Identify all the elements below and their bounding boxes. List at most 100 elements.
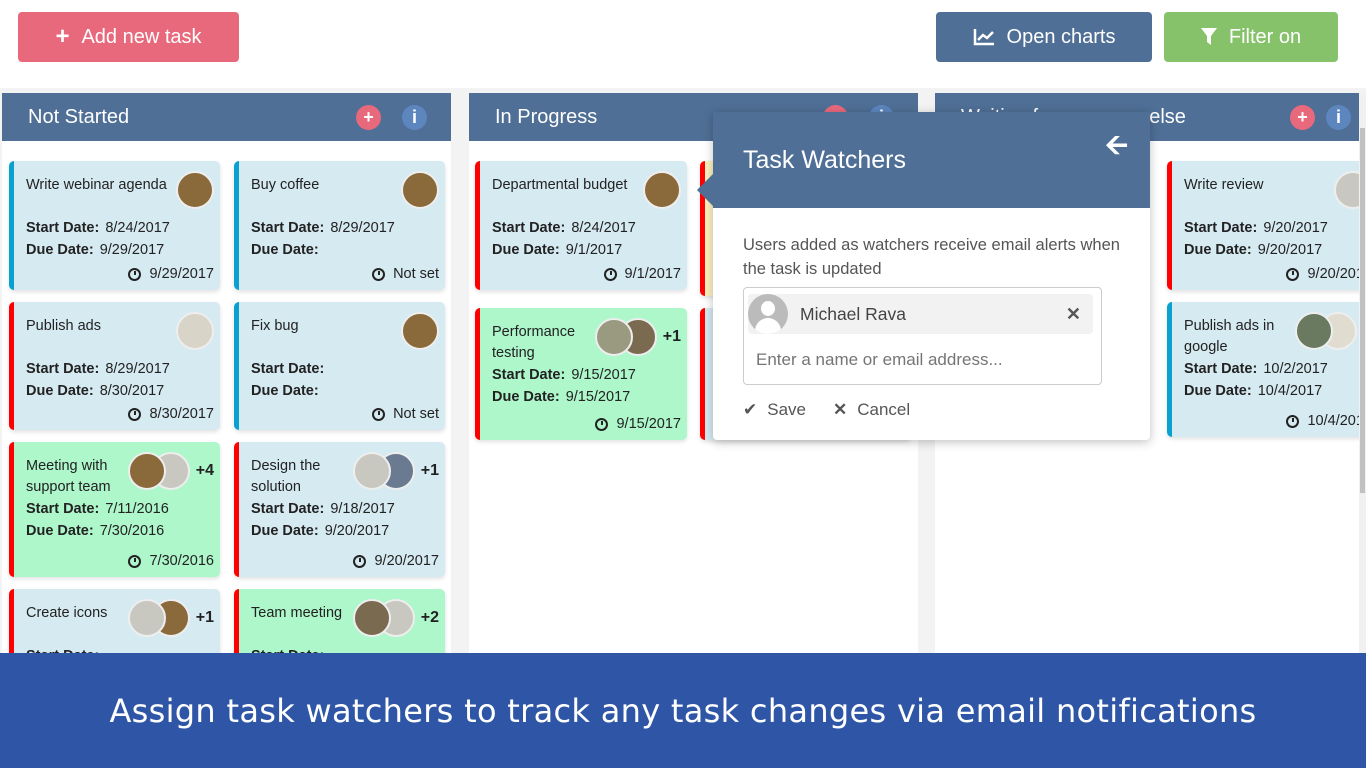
clock-icon xyxy=(372,407,386,421)
start-date: Start Date: 9/20/2017 xyxy=(1184,220,1328,236)
task-title: Team meeting xyxy=(251,605,343,621)
task-card[interactable]: Design the solution +1 Start Date: 9/18/2… xyxy=(234,442,445,577)
task-card[interactable]: Write review Start Date: 9/20/2017 Due Da… xyxy=(1167,161,1359,290)
task-card[interactable]: Departmental budget Start Date: 8/24/2017… xyxy=(475,161,687,290)
start-date: Start Date: 8/29/2017 xyxy=(26,361,170,377)
add-card-button[interactable]: + xyxy=(1290,105,1315,130)
task-title: Meeting with support team xyxy=(26,458,111,495)
extra-assignees-count: +2 xyxy=(420,609,439,626)
task-card[interactable]: Performance testing +1 Start Date: 9/15/2… xyxy=(475,308,687,440)
scrollbar[interactable] xyxy=(1359,93,1366,653)
assignee-avatar[interactable] xyxy=(594,318,633,356)
assignee-avatar[interactable] xyxy=(352,599,391,637)
back-arrow-icon[interactable]: 🡨 xyxy=(1105,124,1128,172)
watcher-name: Michael Rava xyxy=(800,303,907,324)
x-icon: ✕ xyxy=(833,400,848,419)
clock-icon xyxy=(372,267,386,281)
column-title: In Progress xyxy=(495,105,598,128)
deadline: 9/20/2017 xyxy=(353,553,439,569)
task-title: Departmental budget xyxy=(492,177,628,193)
clock-icon xyxy=(353,554,367,568)
task-title: Create icons xyxy=(26,605,108,621)
assignee-avatar[interactable] xyxy=(401,171,439,209)
task-title: Write webinar agenda xyxy=(26,177,167,193)
due-date: Due Date: 9/29/2017 xyxy=(26,242,165,258)
deadline: 9/15/2017 xyxy=(595,416,681,432)
start-date: Start Date: xyxy=(251,361,325,377)
info-button[interactable]: i xyxy=(402,105,427,130)
popup-description: Users added as watchers receive email al… xyxy=(743,236,1120,278)
due-date: Due Date: xyxy=(251,383,319,399)
due-date: Due Date: 9/20/2017 xyxy=(251,523,390,539)
task-card[interactable]: Create icons +1 Start Date: Due Date: xyxy=(9,589,220,653)
add-card-button[interactable]: + xyxy=(356,105,381,130)
assignee-avatar[interactable] xyxy=(127,599,166,637)
save-button[interactable]: ✔ Save xyxy=(743,400,806,420)
check-icon: ✔ xyxy=(743,400,758,419)
add-new-task-button[interactable]: + Add new task xyxy=(18,12,239,62)
task-title: Buy coffee xyxy=(251,177,320,193)
assignees: +4 xyxy=(127,452,214,490)
task-title: Design the solution xyxy=(251,458,321,495)
due-date: Due Date: 9/1/2017 xyxy=(492,242,623,258)
extra-assignees-count: +4 xyxy=(195,462,214,479)
deadline: 9/1/2017 xyxy=(603,266,681,282)
assignees: +1 xyxy=(352,452,439,490)
info-button[interactable]: i xyxy=(1326,105,1351,130)
clock-icon xyxy=(595,417,609,431)
due-date: Due Date: 9/15/2017 xyxy=(492,389,631,405)
watcher-chip: Michael Rava ✕ xyxy=(748,294,1093,334)
due-date: Due Date: 9/20/2017 xyxy=(1184,242,1323,258)
due-date: Due Date: 7/30/2016 xyxy=(26,523,165,539)
start-date: Start Date: 8/24/2017 xyxy=(492,220,636,236)
assignees xyxy=(176,171,214,209)
assignees xyxy=(1334,171,1359,209)
task-card[interactable]: Meeting with support team +4 Start Date:… xyxy=(9,442,220,577)
task-card[interactable]: Buy coffee Start Date: 8/29/2017 Due Date… xyxy=(234,161,445,290)
filter-icon xyxy=(1200,28,1217,45)
assignee-avatar[interactable] xyxy=(176,171,214,209)
task-card[interactable]: Write webinar agenda Start Date: 8/24/201… xyxy=(9,161,220,290)
assignee-avatar[interactable] xyxy=(401,312,439,350)
remove-watcher-icon[interactable]: ✕ xyxy=(1066,304,1081,325)
cancel-button[interactable]: ✕ Cancel xyxy=(833,400,910,420)
assignee-avatar[interactable] xyxy=(1334,171,1359,209)
filter-button[interactable]: Filter on xyxy=(1164,12,1338,62)
task-card[interactable]: Publish ads Start Date: 8/29/2017 Due Dat… xyxy=(9,302,220,430)
assignee-avatar[interactable] xyxy=(1294,312,1333,350)
due-date: Due Date: xyxy=(251,242,319,258)
watcher-search-input[interactable] xyxy=(756,350,1086,370)
start-date: Start Date: xyxy=(251,646,445,653)
start-date: Start Date: 10/2/2017 xyxy=(1184,361,1328,377)
chart-line-icon xyxy=(973,29,994,46)
task-card[interactable]: Publish ads in google + Start Date:10/2/… xyxy=(1167,302,1359,437)
assignee-avatar[interactable] xyxy=(176,312,214,350)
deadline: 10/4/2017 xyxy=(1286,413,1359,429)
task-title: Write review xyxy=(1184,177,1264,193)
assignee-avatar[interactable] xyxy=(127,452,166,490)
clock-icon xyxy=(128,267,142,281)
clock-icon xyxy=(603,267,617,281)
assignee-avatar[interactable] xyxy=(352,452,391,490)
task-card[interactable]: Fix bug Start Date: Due Date: Not set xyxy=(234,302,445,430)
extra-assignees-count: +1 xyxy=(420,462,439,479)
assignees: +2 xyxy=(352,599,439,637)
watchers-field[interactable]: Michael Rava ✕ xyxy=(743,287,1102,385)
deadline: 8/30/2017 xyxy=(128,406,214,422)
extra-assignees-count: +1 xyxy=(195,609,214,626)
start-date: Start Date: 8/24/2017 xyxy=(26,220,170,236)
open-charts-button[interactable]: Open charts xyxy=(936,12,1152,62)
extra-assignees-count: +1 xyxy=(662,328,681,345)
deadline: Not set xyxy=(372,406,439,422)
task-title: Publish ads xyxy=(26,318,101,334)
assignees: +1 xyxy=(594,318,681,356)
due-date: Due Date: 8/30/2017 xyxy=(26,383,165,399)
plus-icon: + xyxy=(55,23,70,50)
task-card[interactable]: Team meeting +2 Start Date: Due Date: xyxy=(234,589,445,653)
assignees xyxy=(176,312,214,350)
column-header: Not Started + i xyxy=(2,93,451,141)
task-watchers-popup: Task Watchers 🡨 Users added as watchers r… xyxy=(697,112,1150,440)
assignee-avatar[interactable] xyxy=(643,171,681,209)
start-date: Start Date: 9/18/2017 xyxy=(251,501,395,517)
clock-icon xyxy=(128,407,142,421)
